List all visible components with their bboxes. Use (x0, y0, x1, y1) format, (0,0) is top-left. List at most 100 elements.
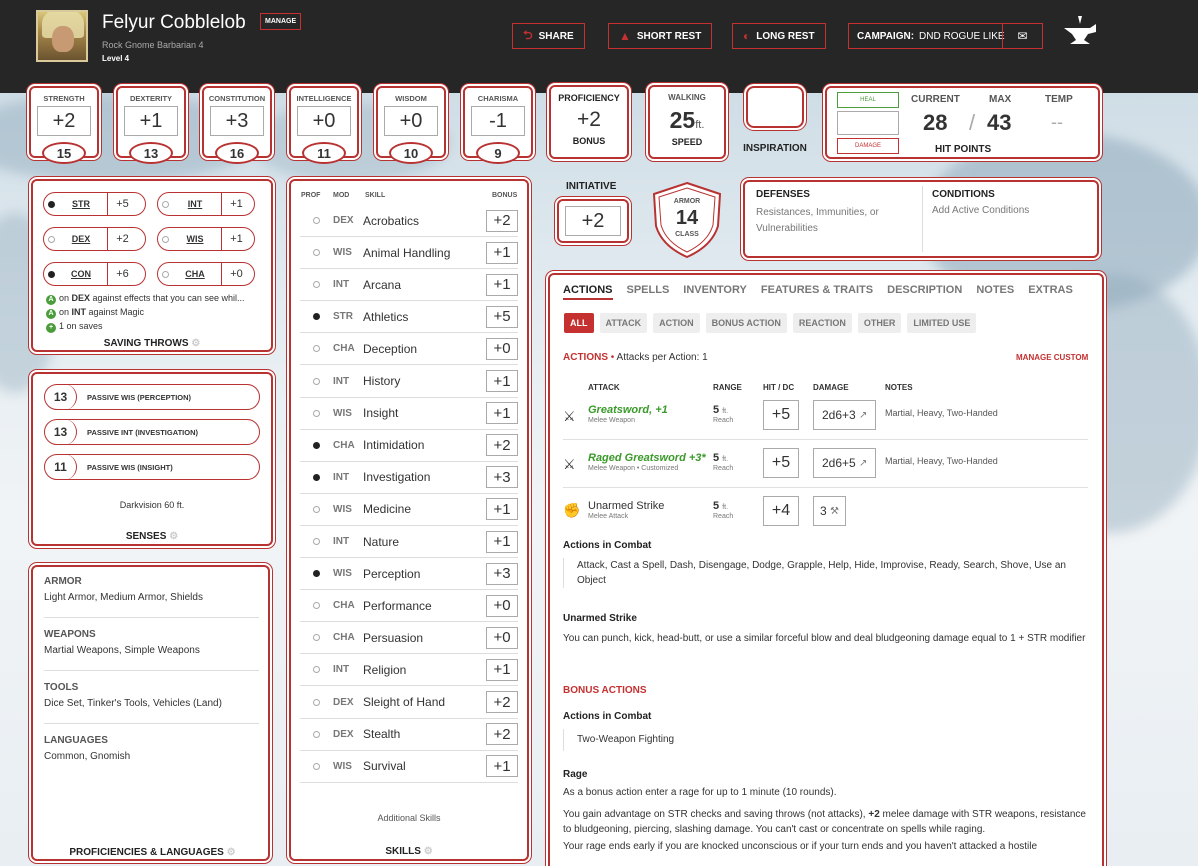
skill-row[interactable]: WIS Medicine +1 (300, 494, 518, 526)
ability-dexterity[interactable]: DEXTERITY +1 13 (116, 86, 186, 164)
tab-extras[interactable]: EXTRAS (1028, 284, 1073, 300)
col-hit: HIT / DC (763, 383, 795, 392)
proficiency-dot (300, 634, 333, 642)
attack-row-greatsword[interactable]: ⚔ Greatsword, +1 Melee Weapon 5 ft. Reac… (563, 392, 1088, 440)
filter-attack[interactable]: ATTACK (599, 313, 648, 333)
gear-icon[interactable]: ⚙ (227, 847, 236, 858)
filter-other[interactable]: OTHER (857, 313, 902, 333)
campaign-button[interactable]: CAMPAIGN: DND ROGUE LIKE ✉ (848, 23, 1043, 49)
proficiency-dot (300, 538, 333, 545)
skill-row[interactable]: INT Nature +1 (300, 526, 518, 558)
ability-score: 9 (476, 142, 520, 164)
hp-current[interactable]: 28 (923, 110, 947, 136)
to-hit-button[interactable]: +5 (763, 400, 799, 430)
tab-description[interactable]: DESCRIPTION (887, 284, 962, 300)
save-con[interactable]: CON +6 (43, 262, 146, 286)
save-int[interactable]: INT +1 (157, 192, 255, 216)
anvil-logo-icon[interactable] (1060, 14, 1100, 54)
ability-constitution[interactable]: CONSTITUTION +3 16 (202, 86, 272, 164)
short-rest-button[interactable]: ▲ SHORT REST (608, 23, 713, 49)
skill-row[interactable]: CHA Deception +0 (300, 333, 518, 366)
skill-mod: CHA (333, 632, 355, 644)
skills-header-skill: SKILL (365, 192, 386, 199)
skill-row[interactable]: DEX Acrobatics +2 (300, 205, 518, 237)
attacks-per-action: Attacks per Action: 1 (616, 352, 708, 363)
gear-icon[interactable]: ⚙ (169, 531, 178, 542)
save-wis[interactable]: WIS +1 (157, 227, 255, 251)
filter-action[interactable]: ACTION (653, 313, 700, 333)
skills-title[interactable]: SKILLS ⚙ (289, 846, 529, 857)
tab-spells[interactable]: SPELLS (627, 284, 670, 300)
attack-row-raged-greatsword[interactable]: ⚔ Raged Greatsword +3* Melee Weapon • Cu… (563, 440, 1088, 488)
heal-button[interactable]: HEAL (837, 92, 899, 108)
damage-button[interactable]: 2d6+3 ↗ (813, 400, 877, 430)
save-dex[interactable]: DEX +2 (43, 227, 146, 251)
inspiration-toggle[interactable] (746, 86, 804, 128)
skill-mod: INT (333, 471, 350, 483)
save-str[interactable]: STR +5 (43, 192, 146, 216)
save-ability: INT (187, 199, 203, 209)
skill-row[interactable]: WIS Insight +1 (300, 398, 518, 430)
manage-button[interactable]: MANAGE (260, 13, 302, 30)
defenses-conditions-panel[interactable]: DEFENSES Resistances, Immunities, or Vul… (743, 180, 1099, 258)
tab-inventory[interactable]: INVENTORY (683, 284, 747, 300)
share-button[interactable]: ⮌ SHARE (512, 23, 585, 49)
to-hit-button[interactable]: +4 (763, 496, 799, 526)
tab-features-traits[interactable]: FEATURES & TRAITS (761, 284, 873, 300)
long-rest-button[interactable]: ◐ LONG REST (732, 23, 826, 49)
skill-row[interactable]: INT Religion +1 (300, 654, 518, 687)
filter-bonus-action[interactable]: BONUS ACTION (705, 313, 787, 333)
initiative-box[interactable]: +2 (557, 199, 629, 243)
skill-row[interactable]: INT Arcana +1 (300, 269, 518, 302)
gear-icon[interactable]: ⚙ (424, 846, 433, 857)
skill-row[interactable]: WIS Animal Handling +1 (300, 237, 518, 270)
chat-icon[interactable]: ✉ (1002, 24, 1042, 48)
save-ability: WIS (186, 234, 204, 244)
saving-throws-title[interactable]: SAVING THROWS ⚙ (31, 338, 273, 349)
additional-skills[interactable]: Additional Skills (289, 813, 529, 823)
hp-temp[interactable]: -- (1051, 112, 1063, 133)
skill-row[interactable]: CHA Performance +0 (300, 590, 518, 623)
actions-heading-label: ACTIONS (563, 352, 608, 363)
tab-actions[interactable]: ACTIONS (563, 284, 613, 300)
skill-row[interactable]: DEX Stealth +2 (300, 719, 518, 751)
skill-row[interactable]: CHA Persuasion +0 (300, 622, 518, 655)
damage-button[interactable]: DAMAGE (837, 138, 899, 154)
proficiency-dot (300, 570, 333, 578)
skill-row[interactable]: WIS Survival +1 (300, 751, 518, 783)
skill-row[interactable]: WIS Perception +3 (300, 558, 518, 591)
damage-button[interactable]: 3 ⚒ (813, 496, 846, 526)
character-avatar[interactable] (36, 10, 88, 62)
tab-notes[interactable]: NOTES (976, 284, 1014, 300)
attack-name: Raged Greatsword +3* (588, 452, 706, 464)
skill-row[interactable]: INT History +1 (300, 366, 518, 398)
attack-row-unarmed[interactable]: ✊ Unarmed Strike Melee Attack 5 ft. Reac… (563, 488, 1088, 536)
gear-icon[interactable]: ⚙ (191, 338, 200, 349)
senses-title[interactable]: SENSES ⚙ (31, 531, 273, 542)
ability-wisdom[interactable]: WISDOM +0 10 (376, 86, 446, 164)
skill-row[interactable]: INT Investigation +3 (300, 462, 518, 494)
filter-reaction[interactable]: REACTION (792, 313, 852, 333)
content-tabs: ACTIONS SPELLS INVENTORY FEATURES & TRAI… (563, 284, 1073, 300)
skill-bonus: +1 (486, 402, 518, 425)
filter-limited-use[interactable]: LIMITED USE (907, 313, 977, 333)
damage-button[interactable]: 2d6+5 ↗ (813, 448, 877, 478)
skill-row[interactable]: CHA Intimidation +2 (300, 430, 518, 462)
save-cha[interactable]: CHA +0 (157, 262, 255, 286)
hp-change-input[interactable] (837, 111, 899, 135)
ability-name: INTELLIGENCE (296, 94, 352, 103)
speed-sub: SPEED (671, 137, 703, 147)
manage-custom-button[interactable]: MANAGE CUSTOM (1016, 353, 1088, 362)
ability-strength[interactable]: STRENGTH +2 15 (29, 86, 99, 164)
skill-row[interactable]: STR Athletics +5 (300, 301, 518, 334)
filter-all[interactable]: ALL (564, 313, 594, 333)
skill-bonus: +2 (486, 209, 518, 232)
ability-intelligence[interactable]: INTELLIGENCE +0 11 (289, 86, 359, 164)
ability-charisma[interactable]: CHARISMA -1 9 (463, 86, 533, 164)
bonus-actions-heading: BONUS ACTIONS (563, 685, 647, 696)
to-hit-button[interactable]: +5 (763, 448, 799, 478)
skill-row[interactable]: DEX Sleight of Hand +2 (300, 687, 518, 719)
proficiencies-title[interactable]: PROFICIENCIES & LANGUAGES ⚙ (33, 847, 272, 858)
save-ability: DEX (71, 234, 91, 244)
ability-modifier: +3 (210, 106, 264, 136)
